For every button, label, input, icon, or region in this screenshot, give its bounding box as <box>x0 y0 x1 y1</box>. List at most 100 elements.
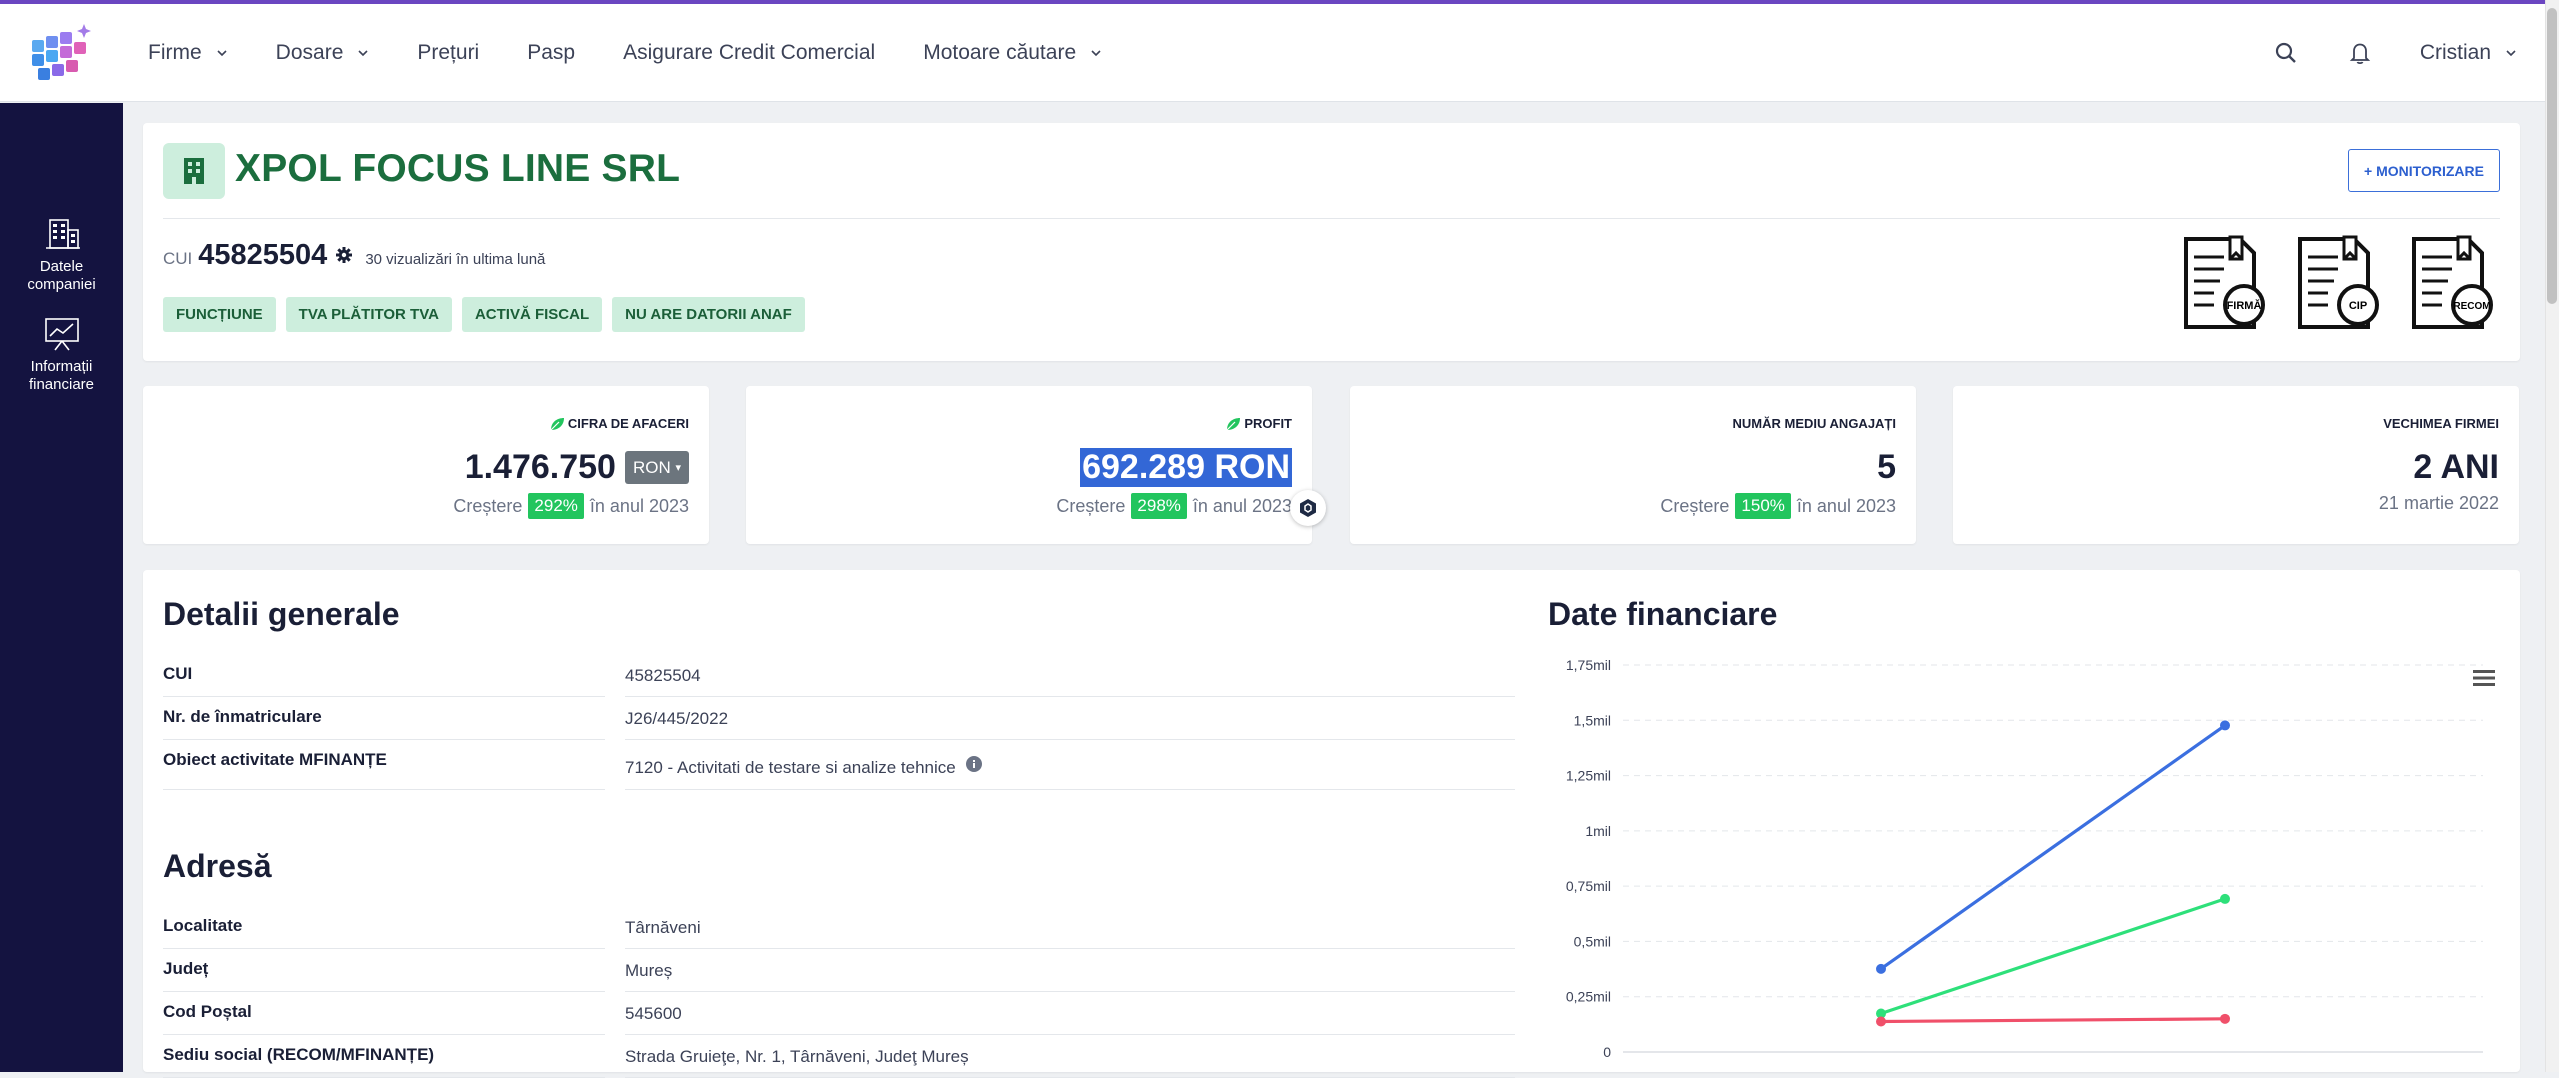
gear-icon[interactable] <box>335 246 353 264</box>
scrollbar-thumb[interactable] <box>2547 8 2557 304</box>
chevron-down-icon <box>1091 50 1101 57</box>
growth-badge: 298% <box>1131 493 1187 519</box>
stat-value: 5 <box>1877 448 1896 487</box>
bell-icon[interactable] <box>2346 39 2374 67</box>
stat-card-profit: PROFIT 692.289 RON Creștere 298% în anul… <box>746 386 1312 544</box>
stat-sub: Creștere 150% în anul 2023 <box>1660 493 1896 519</box>
nav-label: Firme <box>148 41 202 64</box>
views-count: 30 vizualizări în ultima lună <box>365 251 546 268</box>
data-point[interactable] <box>2220 720 2230 731</box>
status-badge: FUNCȚIUNE <box>163 297 276 332</box>
doc-label: CIP <box>2349 300 2367 312</box>
data-point[interactable] <box>1876 963 1886 974</box>
presentation-chart-icon <box>44 318 79 351</box>
data-point[interactable] <box>1876 1016 1886 1027</box>
detail-row: CUI 45825504 <box>163 654 1515 697</box>
nav-label: Prețuri <box>417 41 480 64</box>
logo-icon[interactable] <box>26 22 96 88</box>
data-point[interactable] <box>2220 893 2230 904</box>
growth-suffix: în anul 2023 <box>1796 495 1896 516</box>
monitor-button[interactable]: + MONITORIZARE <box>2348 149 2500 192</box>
sidebar-label-line2: financiare <box>28 376 95 393</box>
status-badges: FUNCȚIUNE TVA PLĂTITOR TVA ACTIVĂ FISCAL… <box>163 297 815 332</box>
stat-value-text: 692.289 RON <box>1080 448 1292 487</box>
sidebar-item-informatii-financiare[interactable]: Informații financiare <box>0 316 123 394</box>
status-badge: NU ARE DATORII ANAF <box>612 297 805 332</box>
data-point[interactable] <box>2220 1013 2230 1024</box>
y-tick-label: 1,25mil <box>1566 768 1611 784</box>
info-icon[interactable] <box>965 756 982 772</box>
company-building-icon <box>163 143 225 199</box>
recom-document-icon[interactable]: RECOM <box>2408 235 2498 333</box>
financial-line-chart: 0 0,25mil 0,5mil 0,75mil 1mil 1,25mil 1,5mil 1,… <box>1566 657 2483 1060</box>
address-value: Târnăveni <box>625 906 1515 949</box>
search-icon[interactable] <box>2272 39 2300 67</box>
nav-preturi[interactable]: Prețuri <box>417 41 479 65</box>
stat-value-text: 5 <box>1877 448 1896 486</box>
document-reports: FIRMĂ CIP RECOM <box>2156 235 2498 333</box>
details-title: Detalii generale <box>163 596 400 632</box>
y-tick-label: 0 <box>1603 1044 1611 1060</box>
stat-card-angajati: NUMĂR MEDIU ANGAJAȚI 5 Creștere 150% în … <box>1350 386 1916 544</box>
cip-document-icon[interactable]: CIP <box>2294 235 2384 333</box>
doc-label: FIRMĂ <box>2227 299 2262 312</box>
detail-value: J26/445/2022 <box>625 697 1515 740</box>
detail-value: 45825504 <box>625 654 1515 697</box>
detail-value: 7120 - Activitati de testare si analize … <box>625 740 1515 790</box>
status-badge: TVA PLĂTITOR TVA <box>285 297 452 332</box>
top-navbar: Firme Dosare Prețuri Pasp Asigurare Cred… <box>0 4 2545 102</box>
stat-value: 2 ANI <box>2413 448 2499 487</box>
sidebar-label-line2: companiei <box>27 276 96 293</box>
sidebar-item-datele-companiei[interactable]: Datele companiei <box>0 216 123 294</box>
stat-label: PROFIT <box>1225 416 1292 431</box>
nav-dosare[interactable]: Dosare <box>276 41 370 65</box>
nav-label: Pasp <box>527 41 576 64</box>
cui-label: CUI <box>163 249 193 268</box>
detail-row: Nr. de înmatriculare J26/445/2022 <box>163 697 1515 740</box>
nav-motoare-cautare[interactable]: Motoare căutare <box>923 41 1102 65</box>
user-name: Cristian <box>2419 41 2491 64</box>
leaf-icon <box>1226 417 1241 430</box>
address-row: Cod Poștal 545600 <box>163 992 1515 1035</box>
user-menu[interactable]: Cristian <box>2420 41 2517 65</box>
floating-widget-icon[interactable] <box>1290 490 1326 526</box>
address-label: Județ <box>163 949 605 992</box>
stat-label-text: CIFRA DE AFACERI <box>567 416 689 431</box>
nav-label: Motoare căutare <box>923 41 1077 64</box>
currency-dropdown[interactable]: RON ▾ <box>624 451 689 484</box>
growth-badge: 150% <box>1735 493 1791 519</box>
growth-prefix: Creștere <box>1056 495 1126 516</box>
chevron-down-icon <box>358 50 368 57</box>
sidebar: Datele companiei Informații financiare <box>0 103 123 1072</box>
growth-suffix: în anul 2023 <box>1192 495 1292 516</box>
address-row: Județ Mureș <box>163 949 1515 992</box>
nav-pasp[interactable]: Pasp <box>527 41 575 65</box>
y-tick-label: 0,5mil <box>1574 933 1611 949</box>
address-label: Localitate <box>163 906 605 949</box>
firma-document-icon[interactable]: FIRMĂ <box>2180 235 2270 333</box>
growth-prefix: Creștere <box>1660 495 1730 516</box>
nav-asigurare[interactable]: Asigurare Credit Comercial <box>623 41 875 65</box>
detail-label: Nr. de înmatriculare <box>163 697 605 740</box>
address-value: Mureș <box>625 949 1515 992</box>
nav-firme[interactable]: Firme <box>148 41 228 65</box>
cui-row: CUI 45825504 30 vizualizări în ultima lu… <box>163 239 545 272</box>
stat-label-text: VECHIMEA FIRMEI <box>2383 416 2499 431</box>
stat-label: CIFRA DE AFACERI <box>549 416 689 431</box>
financial-chart-area: Date financiare 0 0,25mil 0,5mil 0,75mil 1mi… <box>1543 570 2520 1072</box>
stat-card-cifra-afaceri: CIFRA DE AFACERI 1.476.750 RON ▾ Creșter… <box>143 386 709 544</box>
status-badge: ACTIVĂ FISCAL <box>461 297 603 332</box>
chevron-down-icon <box>2506 50 2516 57</box>
leaf-icon <box>550 417 564 430</box>
stat-value: 692.289 RON <box>1080 448 1292 487</box>
y-tick-label: 1,75mil <box>1566 657 1611 673</box>
page-scrollbar[interactable] <box>2545 0 2559 1072</box>
growth-suffix: în anul 2023 <box>589 495 689 516</box>
currency-label: RON <box>632 457 671 477</box>
stat-label-text: PROFIT <box>1244 416 1292 431</box>
y-tick-label: 1,5mil <box>1574 712 1611 728</box>
stat-value-text: 1.476.750 <box>464 448 616 486</box>
y-tick-label: 0,75mil <box>1566 878 1611 894</box>
nav-label: Asigurare Credit Comercial <box>623 41 876 64</box>
stat-sub: 21 martie 2022 <box>2379 493 2499 514</box>
